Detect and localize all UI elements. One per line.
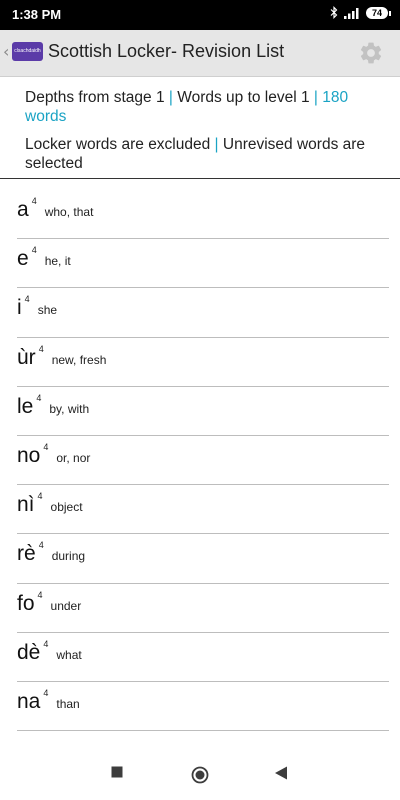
word-meaning: he, it <box>44 254 71 269</box>
word-level: 4 <box>43 687 49 698</box>
word-level: 4 <box>37 589 43 600</box>
list-item[interactable]: le 4 by, with <box>17 387 389 436</box>
word-meaning: new, fresh <box>51 352 107 367</box>
square-icon[interactable] <box>111 766 123 778</box>
filter-summary: Depths from stage 1 | Words up to level … <box>0 76 400 179</box>
chevron-left-icon[interactable]: ‹ <box>3 42 9 61</box>
word-meaning: by, with <box>49 401 90 416</box>
filter-line-1: Depths from stage 1 | Words up to level … <box>25 88 386 126</box>
word-meaning: under <box>50 598 82 613</box>
word-level: 4 <box>38 343 44 354</box>
word-text: i <box>17 296 22 320</box>
word-level: 4 <box>36 392 42 403</box>
word-meaning: than <box>56 696 80 711</box>
word-meaning: she <box>37 303 58 318</box>
separator: | <box>164 89 178 106</box>
word-entry: i 4 she <box>17 294 58 320</box>
word-text: ùr <box>17 345 36 369</box>
list-item[interactable]: a 4 who, that <box>17 190 389 240</box>
triangle-left-icon[interactable] <box>274 766 288 780</box>
depth-filter: Depths from stage 1 <box>25 89 165 106</box>
status-time: 1:38 PM <box>12 7 62 22</box>
word-text: nì <box>17 493 35 517</box>
word-entry: nì 4 object <box>17 491 83 517</box>
list-item[interactable]: rè 4 during <box>17 534 389 584</box>
gear-icon[interactable] <box>358 40 384 66</box>
word-meaning: what <box>56 647 82 662</box>
word-text: a <box>17 198 29 221</box>
word-level: 4 <box>31 196 37 206</box>
word-entry: e 4 he, it <box>17 245 71 271</box>
app-bar: ‹ clsachdaidh Scottish Locker- Revision … <box>0 30 400 77</box>
word-text: le <box>17 394 34 418</box>
word-level: 4 <box>43 441 49 452</box>
signal-icon <box>343 7 359 19</box>
word-meaning: object <box>50 500 83 515</box>
filter-line-2: Locker words are excluded | Unrevised wo… <box>25 135 386 173</box>
separator: | <box>210 136 223 153</box>
word-entry: na 4 than <box>17 687 80 714</box>
word-entry: a 4 who, that <box>17 196 94 222</box>
list-item[interactable]: no 4 or, nor <box>17 436 389 486</box>
status-icons: 74 <box>330 6 392 19</box>
word-text: no <box>17 443 41 467</box>
word-level: 4 <box>43 638 49 649</box>
word-entry: rè 4 during <box>17 540 86 566</box>
bluetooth-icon <box>330 6 338 19</box>
word-list: a 4who, that e 4he, it i 4she ùr 4new, fresh le 4… <box>0 190 400 732</box>
word-entry: ùr 4 new, fresh <box>17 343 107 370</box>
word-text: na <box>17 689 41 713</box>
word-entry: le 4 by, with <box>17 392 90 419</box>
word-entry: no 4 or, nor <box>17 441 91 468</box>
word-text: rè <box>17 542 36 566</box>
level-filter: Words up to level 1 <box>177 89 310 106</box>
list-item[interactable]: dè 4 what <box>17 633 389 682</box>
word-text: e <box>17 247 29 271</box>
list-item[interactable]: fo 4 under <box>17 584 389 633</box>
page-title: Scottish Locker- Revision List <box>48 41 285 61</box>
app-logo[interactable]: clsachdaidh <box>12 42 43 61</box>
word-level: 4 <box>31 245 37 256</box>
circle-icon[interactable] <box>191 766 209 784</box>
word-text: dè <box>17 640 41 664</box>
locker-filter: Locker words are excluded <box>25 136 211 153</box>
word-level: 4 <box>38 540 44 551</box>
list-item[interactable]: nì 4 object <box>17 485 389 535</box>
word-meaning: during <box>51 549 86 564</box>
navigation-bar <box>0 752 400 800</box>
separator: | <box>309 89 323 106</box>
battery-indicator: 74 <box>365 6 392 19</box>
word-entry: fo 4 under <box>17 589 82 616</box>
word-meaning: or, nor <box>56 450 91 465</box>
list-item[interactable]: ùr 4 new, fresh <box>17 338 389 387</box>
word-level: 4 <box>37 491 43 502</box>
word-meaning: who, that <box>44 205 94 219</box>
list-item[interactable]: e 4 he, it <box>17 239 389 289</box>
status-bar: 1:38 PM 74 <box>0 0 400 30</box>
word-level: 4 <box>24 294 30 305</box>
list-item[interactable]: i 4 she <box>17 288 389 338</box>
list-item[interactable]: na 4 than <box>17 682 389 732</box>
word-text: fo <box>17 591 35 615</box>
word-entry: dè 4 what <box>17 638 82 665</box>
